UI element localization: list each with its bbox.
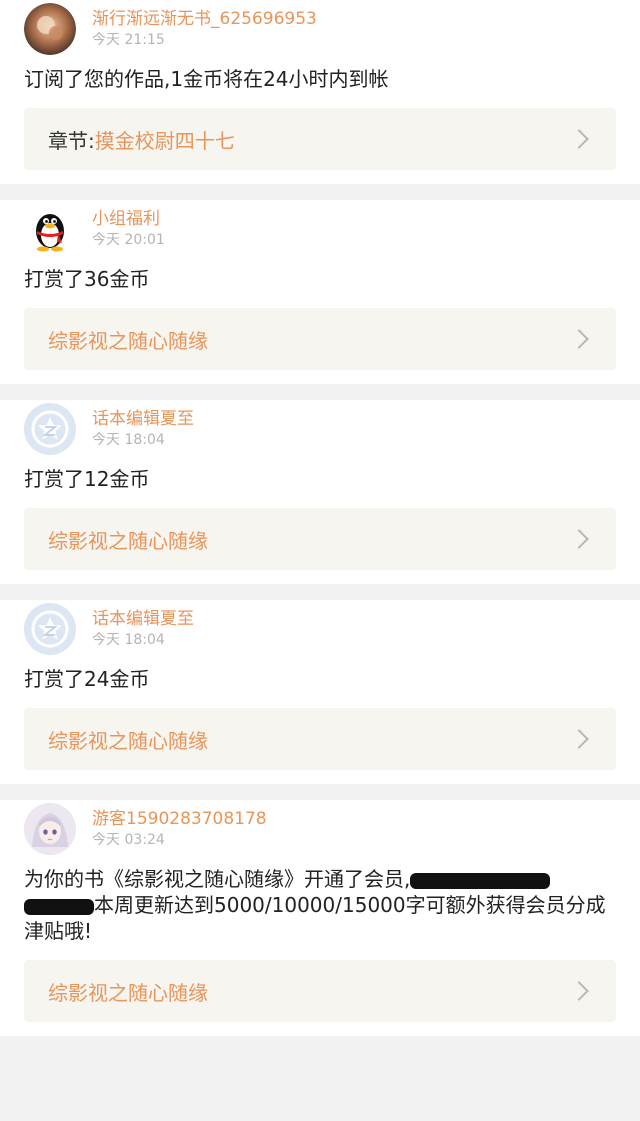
- book-title: 综影视之随心随缘: [48, 728, 208, 753]
- penguin-icon: [36, 214, 64, 252]
- redaction-mark: [410, 872, 551, 889]
- user-name[interactable]: 游客1590283708178: [92, 808, 267, 830]
- book-title: 综影视之随心随缘: [48, 980, 208, 1005]
- redaction-mark: [24, 898, 94, 915]
- user-avatar[interactable]: [24, 403, 76, 455]
- message-text-part2: 本周更新达到5000/10000/15000字可额外获得会员分成津贴哦!: [24, 893, 606, 943]
- user-name[interactable]: 小组福利: [92, 208, 165, 230]
- timestamp: 今天 18:04: [92, 632, 165, 648]
- chevron-right-icon: [569, 529, 589, 549]
- book-link[interactable]: 综影视之随心随缘: [24, 308, 616, 370]
- book-title: 综影视之随心随缘: [48, 328, 208, 353]
- notification-message: 打赏了12金币: [24, 467, 150, 491]
- book-link[interactable]: 综影视之随心随缘: [24, 708, 616, 770]
- user-name[interactable]: 话本编辑夏至: [92, 408, 194, 430]
- notification-message: 打赏了24金币: [24, 667, 150, 691]
- notification-header: 话本编辑夏至 今天 18:04: [24, 600, 616, 658]
- notification-message: 为你的书《综影视之随心随缘》开通了会员, 本周更新达到5000/10000/15…: [24, 858, 616, 960]
- notification-feed: 渐行渐远渐无书_625696953 今天 21:15 订阅了您的作品,1金币将在…: [0, 0, 640, 1036]
- notification-header: 小组福利 今天 20:01: [24, 200, 616, 258]
- chapter-link[interactable]: 章节:摸金校尉四十七: [24, 108, 616, 170]
- book-link[interactable]: 综影视之随心随缘: [24, 508, 616, 570]
- timestamp: 今天 18:04: [92, 432, 165, 448]
- notification-card: 话本编辑夏至 今天 18:04 打赏了24金币 综影视之随心随缘: [0, 600, 640, 784]
- anime-girl-avatar-icon: [24, 803, 76, 855]
- timestamp: 今天 03:24: [92, 832, 165, 848]
- chevron-right-icon: [569, 329, 589, 349]
- notification-card: 游客1590283708178 今天 03:24 为你的书《综影视之随心随缘》开…: [0, 800, 640, 1036]
- user-avatar[interactable]: [24, 203, 76, 255]
- chevron-right-icon: [569, 981, 589, 1001]
- user-name[interactable]: 渐行渐远渐无书_625696953: [92, 8, 317, 30]
- book-link[interactable]: 综影视之随心随缘: [24, 960, 616, 1022]
- star-badge-icon: [24, 603, 76, 655]
- flower-photo-icon: [24, 3, 76, 55]
- timestamp: 今天 20:01: [92, 232, 165, 248]
- notification-header: 渐行渐远渐无书_625696953 今天 21:15: [24, 0, 616, 58]
- chapter-prefix: 章节:: [48, 128, 95, 153]
- notification-message: 打赏了36金币: [24, 267, 150, 291]
- user-name[interactable]: 话本编辑夏至: [92, 608, 194, 630]
- user-avatar[interactable]: [24, 803, 76, 855]
- user-avatar[interactable]: [24, 603, 76, 655]
- user-avatar[interactable]: [24, 3, 76, 55]
- message-text-part1: 为你的书《综影视之随心随缘》开通了会员,: [24, 867, 411, 891]
- chapter-title: 摸金校尉四十七: [94, 128, 235, 153]
- chevron-right-icon: [569, 129, 589, 149]
- notification-header: 游客1590283708178 今天 03:24: [24, 800, 616, 858]
- notification-header: 话本编辑夏至 今天 18:04: [24, 400, 616, 458]
- notification-message: 订阅了您的作品,1金币将在24小时内到帐: [24, 67, 389, 91]
- notification-card: 渐行渐远渐无书_625696953 今天 21:15 订阅了您的作品,1金币将在…: [0, 0, 640, 184]
- chevron-right-icon: [569, 729, 589, 749]
- notification-card: 话本编辑夏至 今天 18:04 打赏了12金币 综影视之随心随缘: [0, 400, 640, 584]
- chapter-link-text: 章节:摸金校尉四十七: [48, 125, 235, 154]
- notification-card: 小组福利 今天 20:01 打赏了36金币 综影视之随心随缘: [0, 200, 640, 384]
- book-title: 综影视之随心随缘: [48, 528, 208, 553]
- star-badge-icon: [24, 403, 76, 455]
- timestamp: 今天 21:15: [92, 32, 165, 48]
